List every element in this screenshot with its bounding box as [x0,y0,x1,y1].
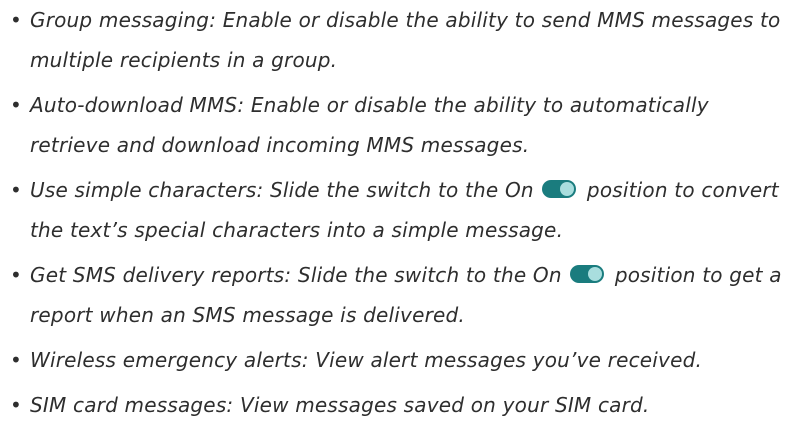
bullet: • [10,263,22,287]
item-text: View messages saved on your SIM card. [239,393,650,417]
item-label: SIM card messages: [30,393,234,417]
toggle-knob [588,267,603,281]
list-item-auto-download-mms: • Auto-download MMS: Enable or disable t… [8,85,793,165]
item-text-before: Slide the switch to the On [297,263,562,287]
item-label: Group messaging: [30,8,217,32]
toggle-on-icon [570,265,605,283]
toggle-on-icon [542,180,577,198]
list-item-group-messaging: • Group messaging: Enable or disable the… [8,0,793,80]
toggle-knob [560,182,575,196]
item-label: Use simple characters: [30,178,264,202]
item-label: Auto-download MMS: [30,93,245,117]
settings-description-list: • Group messaging: Enable or disable the… [8,0,793,425]
list-item-wireless-emergency-alerts: • Wireless emergency alerts: View alert … [8,340,793,380]
item-text-before: Slide the switch to the On [270,178,534,202]
item-label: Get SMS delivery reports: [30,263,292,287]
list-item-sim-card-messages: • SIM card messages: View messages saved… [8,385,793,425]
bullet: • [10,93,22,117]
item-text: View alert messages you’ve received. [315,348,703,372]
bullet: • [10,178,22,202]
bullet: • [10,393,22,417]
bullet: • [10,8,22,32]
item-label: Wireless emergency alerts: [30,348,309,372]
bullet: • [10,348,22,372]
list-item-sms-delivery-reports: • Get SMS delivery reports: Slide the sw… [8,255,793,335]
list-item-use-simple-characters: • Use simple characters: Slide the switc… [8,170,793,250]
